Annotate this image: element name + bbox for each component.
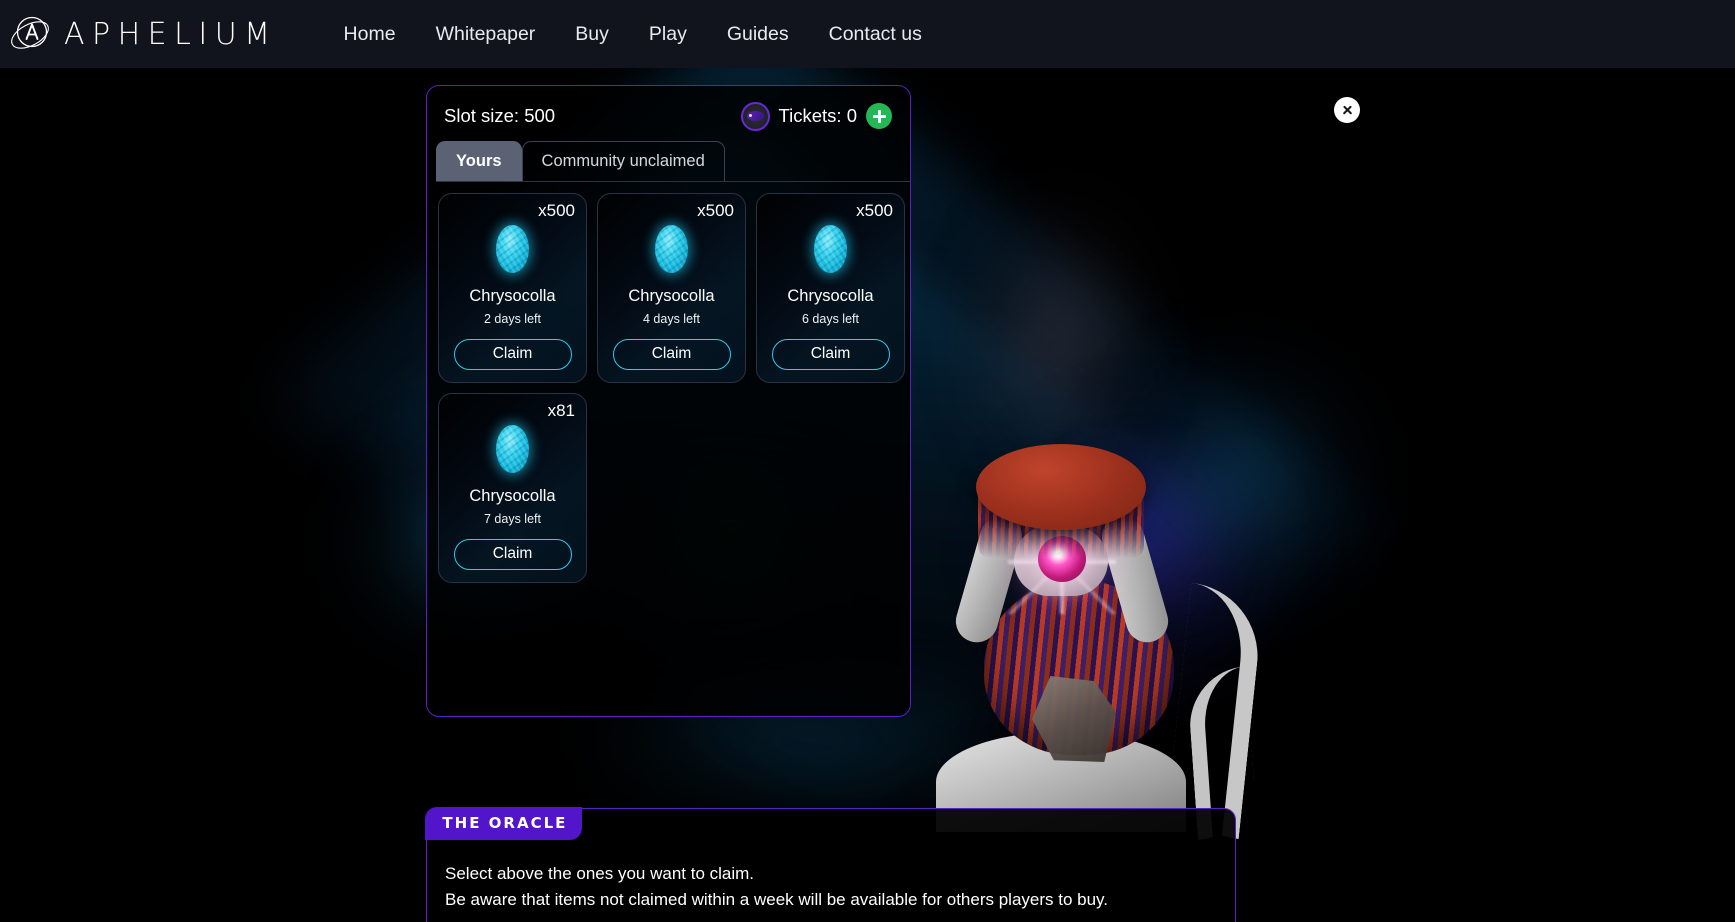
modal-tabs: Yours Community unclaimed	[436, 141, 910, 182]
oracle-creature-illustration	[930, 440, 1270, 830]
item-quantity: x500	[538, 202, 575, 219]
item-card[interactable]: x500 Chrysocolla 2 days left Claim	[438, 193, 587, 383]
item-name: Chrysocolla	[469, 288, 555, 305]
creature-hat	[976, 444, 1146, 530]
item-quantity: x500	[697, 202, 734, 219]
item-quantity: x81	[548, 402, 575, 419]
nav-link-guides[interactable]: Guides	[727, 23, 789, 46]
item-time-left: 2 days left	[484, 313, 541, 326]
plus-icon	[873, 110, 886, 123]
oracle-line: Select above the ones you want to claim.	[445, 861, 1235, 887]
item-name: Chrysocolla	[469, 488, 555, 505]
item-card[interactable]: x500 Chrysocolla 6 days left Claim	[756, 193, 905, 383]
oracle-panel: THE ORACLE Select above the ones you wan…	[426, 808, 1236, 922]
claim-button[interactable]: Claim	[772, 339, 890, 370]
tickets-count-label: Tickets: 0	[779, 105, 857, 127]
nav-link-contact-us[interactable]: Contact us	[829, 23, 922, 46]
nav-link-whitepaper[interactable]: Whitepaper	[436, 23, 536, 46]
item-name: Chrysocolla	[628, 288, 714, 305]
item-quantity: x500	[856, 202, 893, 219]
nav-link-play[interactable]: Play	[649, 23, 687, 46]
claim-button[interactable]: Claim	[454, 339, 572, 370]
claim-button[interactable]: Claim	[454, 539, 572, 570]
ticket-coin-icon	[741, 102, 770, 131]
oracle-badge: THE ORACLE	[425, 807, 582, 840]
oracle-line: Be aware that items not claimed within a…	[445, 887, 1235, 913]
aphelium-planet-icon	[8, 11, 54, 57]
item-time-left: 6 days left	[802, 313, 859, 326]
ticket-coin-inner	[747, 111, 764, 121]
chrysocolla-gem-icon	[496, 425, 529, 473]
tab-yours[interactable]: Yours	[436, 141, 522, 181]
modal-header: Slot size: 500 Tickets: 0	[427, 86, 910, 130]
close-modal-button[interactable]	[1334, 97, 1360, 123]
item-card[interactable]: x81 Chrysocolla 7 days left Claim	[438, 393, 587, 583]
item-time-left: 4 days left	[643, 313, 700, 326]
chrysocolla-gem-icon	[496, 225, 529, 273]
tab-community-unclaimed[interactable]: Community unclaimed	[522, 141, 725, 181]
nav-link-home[interactable]: Home	[344, 23, 396, 46]
chrysocolla-gem-icon	[814, 225, 847, 273]
tickets-group: Tickets: 0	[741, 102, 892, 131]
claim-button[interactable]: Claim	[613, 339, 731, 370]
app-root: APHELIUM Home Whitepaper Buy Play Guides…	[0, 0, 1735, 922]
slot-size-label: Slot size: 500	[444, 105, 555, 127]
item-name: Chrysocolla	[787, 288, 873, 305]
logo-wordmark: APHELIUM	[64, 17, 278, 52]
item-card[interactable]: x500 Chrysocolla 4 days left Claim	[597, 193, 746, 383]
close-x-icon	[1342, 105, 1353, 116]
item-time-left: 7 days left	[484, 513, 541, 526]
top-navigation-bar: APHELIUM Home Whitepaper Buy Play Guides…	[0, 0, 1735, 68]
claim-items-modal: Slot size: 500 Tickets: 0 Yours Communit…	[426, 85, 911, 717]
add-tickets-button[interactable]	[866, 103, 892, 129]
claimable-items-grid: x500 Chrysocolla 2 days left Claim x500 …	[427, 182, 910, 583]
nav-link-buy[interactable]: Buy	[575, 23, 609, 46]
nav-links: Home Whitepaper Buy Play Guides Contact …	[344, 23, 922, 46]
chrysocolla-gem-icon	[655, 225, 688, 273]
site-logo[interactable]: APHELIUM	[8, 11, 278, 57]
